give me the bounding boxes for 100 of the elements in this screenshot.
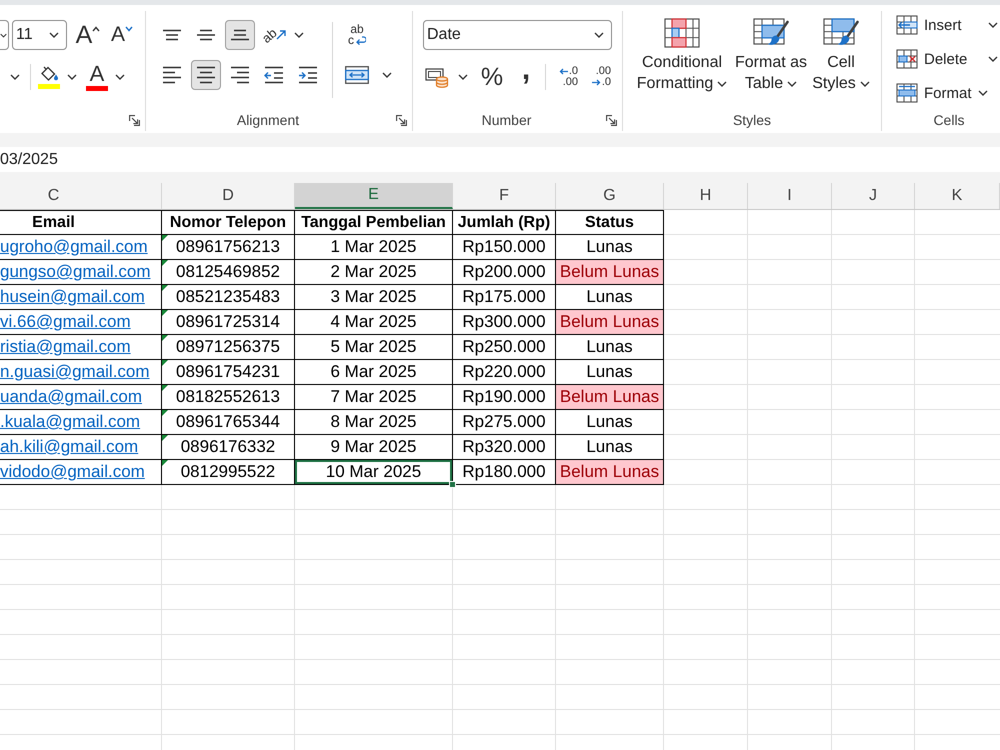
font-color-button[interactable]: A bbox=[85, 62, 109, 92]
dialog-launcher-icon[interactable] bbox=[396, 114, 407, 126]
amount: Rp250.000 bbox=[453, 335, 556, 360]
table-brush-icon bbox=[753, 18, 789, 48]
column-title: Status bbox=[556, 210, 664, 235]
chevron-icon bbox=[0, 32, 7, 38]
amount: Rp175.000 bbox=[453, 285, 556, 310]
group-label: Styles bbox=[732, 112, 772, 128]
payment-status: Belum Lunas bbox=[556, 260, 664, 285]
column-title: Email bbox=[0, 210, 162, 235]
right-arrow-icon bbox=[592, 79, 601, 86]
purchase-date: 6 Mar 2025 bbox=[330, 361, 418, 383]
column-title: Tanggal Pembelian bbox=[295, 210, 453, 235]
font-name-dropdown[interactable] bbox=[0, 20, 9, 50]
email-link[interactable]: vidodo@gmail.com bbox=[0, 462, 145, 481]
email-link[interactable]: ugroho@gmail.com bbox=[0, 237, 148, 256]
purchase-date: 3 Mar 2025 bbox=[330, 286, 418, 308]
column-header[interactable]: E bbox=[295, 183, 453, 209]
group-label: Cells bbox=[933, 112, 965, 128]
payment-status: Lunas bbox=[556, 335, 664, 360]
amount: Rp200.000 bbox=[453, 260, 556, 285]
purchase-date: 8 Mar 2025 bbox=[330, 411, 418, 433]
group-label: Alignment bbox=[236, 112, 300, 128]
chevron-icon bbox=[49, 32, 59, 38]
email-link[interactable]: vi.66@gmail.com bbox=[0, 312, 131, 331]
align-bottom-button[interactable] bbox=[225, 20, 255, 50]
grow-font-button[interactable]: A bbox=[75, 20, 101, 50]
phone-number: 08125469852 bbox=[176, 262, 280, 281]
cell-styles-button[interactable]: Cell Styles bbox=[810, 18, 872, 109]
purchase-date: 9 Mar 2025 bbox=[330, 436, 418, 458]
group-label: Number bbox=[482, 112, 532, 128]
email-link[interactable]: uanda@gmail.com bbox=[0, 387, 142, 406]
amount: Rp220.000 bbox=[453, 360, 556, 385]
chevron-icon bbox=[115, 74, 125, 80]
email-link[interactable]: .kuala@gmail.com bbox=[0, 412, 140, 431]
left-arrow-icon bbox=[558, 68, 568, 75]
font-size-dropdown[interactable]: 11 bbox=[12, 20, 67, 50]
column-header[interactable]: K bbox=[915, 183, 1000, 209]
purchase-date: 2 Mar 2025 bbox=[330, 261, 418, 283]
email-link[interactable]: husein@gmail.com bbox=[0, 287, 145, 306]
format-as-table-button[interactable]: Format as Table bbox=[732, 18, 810, 109]
insert-cells-button[interactable]: Insert bbox=[896, 12, 998, 38]
orientation-button[interactable]: ab bbox=[259, 20, 289, 50]
decrease-decimal-button[interactable]: .00 .0 bbox=[584, 62, 612, 92]
payment-status: Lunas bbox=[556, 435, 664, 460]
increase-decimal-button[interactable]: .0 .00 bbox=[551, 62, 579, 92]
payment-status: Lunas bbox=[556, 360, 664, 385]
formula-bar-field[interactable]: 03/2025 bbox=[0, 147, 1000, 172]
chevron-icon bbox=[382, 72, 392, 78]
merge-cells-icon bbox=[345, 66, 369, 84]
wrap-text-button[interactable]: ab c bbox=[342, 20, 372, 50]
dialog-launcher-icon[interactable] bbox=[606, 114, 617, 126]
phone-number: 0896176332 bbox=[180, 437, 276, 456]
cell-brush-icon bbox=[823, 18, 859, 48]
column-header[interactable]: F bbox=[453, 183, 556, 209]
column-title: Jumlah (Rp) bbox=[453, 210, 556, 235]
email-link[interactable]: ah.kili@gmail.com bbox=[0, 437, 138, 456]
column-header[interactable]: H bbox=[664, 183, 748, 209]
conditional-formatting-button[interactable]: Conditional Formatting bbox=[632, 18, 732, 109]
chevron-icon bbox=[458, 74, 468, 80]
align-top-icon bbox=[161, 29, 183, 41]
percent-style-button[interactable]: % bbox=[477, 62, 507, 92]
phone-number: 08521235483 bbox=[176, 287, 280, 306]
column-header[interactable]: G bbox=[556, 183, 664, 209]
grid-arrow-icon bbox=[896, 15, 918, 35]
column-header[interactable]: J bbox=[832, 183, 915, 209]
phone-number: 08961725314 bbox=[176, 312, 280, 331]
column-header[interactable]: C bbox=[0, 183, 162, 209]
amount: Rp275.000 bbox=[453, 410, 556, 435]
shrink-font-button[interactable]: A bbox=[109, 20, 135, 50]
phone-number: 08961756213 bbox=[176, 237, 280, 256]
fill-handle[interactable] bbox=[449, 481, 456, 488]
delete-cells-button[interactable]: Delete bbox=[896, 46, 998, 72]
number-format-dropdown[interactable]: Date bbox=[423, 20, 612, 50]
format-cells-button[interactable]: Format bbox=[896, 80, 988, 106]
phone-number: 0812995522 bbox=[180, 462, 276, 481]
align-right-icon bbox=[229, 66, 251, 84]
email-link[interactable]: ristia@gmail.com bbox=[0, 337, 131, 356]
phone-number: 08971256375 bbox=[176, 337, 280, 356]
amount: Rp150.000 bbox=[453, 235, 556, 260]
amount: Rp190.000 bbox=[453, 385, 556, 410]
column-header[interactable]: I bbox=[748, 183, 832, 209]
caret-down-icon bbox=[125, 26, 133, 32]
comma-style-button[interactable]: , bbox=[511, 62, 541, 92]
align-center-button[interactable] bbox=[191, 60, 221, 90]
email-link[interactable]: gungso@gmail.com bbox=[0, 262, 150, 281]
paint-bucket-icon bbox=[39, 65, 59, 82]
purchase-date: 10 Mar 2025 bbox=[295, 460, 452, 484]
dialog-launcher-icon[interactable] bbox=[129, 114, 140, 126]
payment-status: Lunas bbox=[556, 235, 664, 260]
email-link[interactable]: n.guasi@gmail.com bbox=[0, 362, 150, 381]
grid-fill-icon bbox=[896, 83, 918, 103]
indent-icon bbox=[297, 66, 319, 84]
caret-up-icon bbox=[92, 26, 100, 32]
payment-status: Belum Lunas bbox=[556, 385, 664, 410]
chevron-icon bbox=[594, 32, 604, 38]
chevron-icon bbox=[787, 80, 798, 87]
outdent-icon bbox=[263, 66, 285, 84]
chevron-icon bbox=[860, 80, 870, 87]
purchase-date: 5 Mar 2025 bbox=[330, 336, 418, 358]
